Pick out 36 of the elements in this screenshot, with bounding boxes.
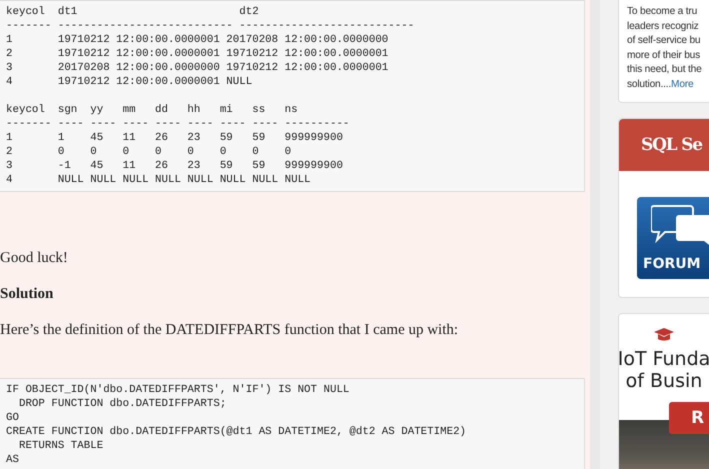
promo-text-line: of self-service bu [627, 34, 702, 48]
forum-banner[interactable]: FORUM [637, 197, 709, 279]
paragraph: Here’s the definition of the DATEDIFFPARTS function that I came up with: [0, 321, 460, 340]
code-line: DROP FUNCTION dbo.DATEDIFFPARTS; [18, 397, 228, 411]
graduation-cap-icon [654, 328, 674, 342]
promo-text-line: To become a tru [627, 5, 698, 19]
code-line: 2 0 0 0 0 0 0 0 0 [6, 145, 292, 159]
code-line: keycol sgn yy mm dd hh mi ss ns [6, 103, 299, 117]
code-line: 1 1 45 11 26 23 59 59 999999900 [6, 131, 344, 145]
ad-button[interactable]: R [669, 402, 709, 434]
code-line: GO [6, 411, 20, 425]
forum-label: FORUM [643, 256, 701, 272]
code-line: AS [6, 453, 20, 467]
promo-text-line: leaders recogniz [627, 20, 700, 34]
code-line: CREATE FUNCTION dbo.DATEDIFFPARTS(@dt1 AS DATETIME2, @dt2 AS DATETIME2) [6, 425, 468, 439]
code-line: RETURNS TABLE [18, 439, 104, 453]
code-line: IF OBJECT_ID(N'dbo.DATEDIFFPARTS', N'IF') IS NOT NULL [6, 383, 350, 397]
promo-text-line: this need, but the [627, 63, 703, 77]
code-line: 4 NULL NULL NULL NULL NULL NULL NULL NULL [6, 173, 312, 187]
promo-text-line: more of their bus [627, 48, 702, 62]
banner-title: SQL Se [641, 135, 702, 155]
more-link[interactable]: More [671, 78, 694, 90]
code-line: 3 20170208 12:00:00.0000000 19710212 12:00:00.0000001 [6, 61, 390, 75]
ad-title-line: of Busin [626, 370, 702, 392]
ad-title-line: IoT Funda [619, 348, 709, 370]
forum-card[interactable]: SQL Se FORUM [618, 118, 709, 298]
code-line: ------- --------------------------- --------------------------- [6, 19, 416, 33]
code-line: ------- ---- ---- ---- ---- ---- ---- ---- ---------- [6, 117, 350, 131]
code-line: 1 19710212 12:00:00.0000001 20170208 12:00:00.0000000 [6, 33, 390, 47]
section-heading: Solution [0, 285, 54, 304]
paragraph: Good luck! [0, 249, 69, 268]
code-line: 4 19710212 12:00:00.0000001 NULL [6, 75, 254, 89]
code-line: keycol dt1 dt2 [6, 5, 260, 19]
code-line: 2 19710212 12:00:00.0000001 19710212 12:00:00.0000001 [6, 47, 390, 61]
code-line: 3 -1 45 11 26 23 59 59 999999900 [6, 159, 344, 173]
promo-text-line: solution.... [627, 78, 672, 90]
